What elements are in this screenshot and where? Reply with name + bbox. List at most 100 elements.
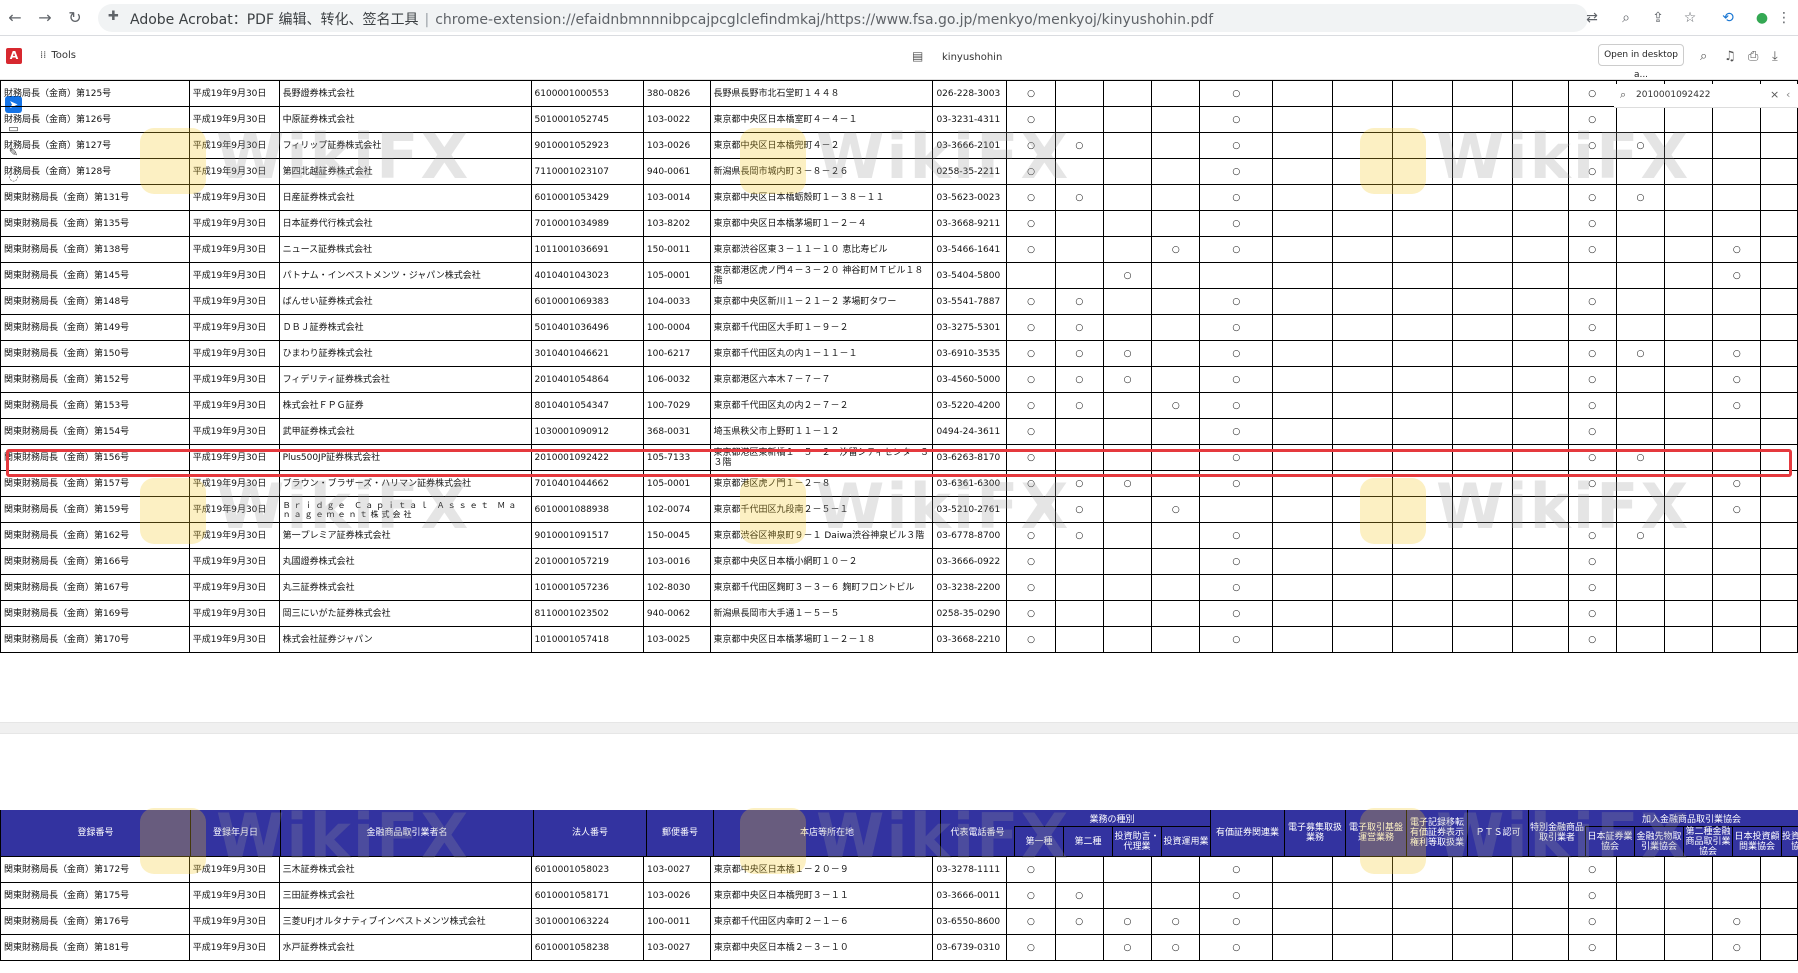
download-icon[interactable]: ⤓ <box>1772 49 1778 64</box>
tools-button[interactable]: ⁞⁞ Tools <box>40 50 76 61</box>
listen-icon[interactable]: ♫ <box>1724 49 1736 64</box>
cell-mark-1: ○ <box>1006 340 1056 367</box>
cell-addr: 東京都中央区日本橋２－３－１０ <box>709 934 934 961</box>
cell-mark-12: ○ <box>1615 184 1666 211</box>
cell-reg: 財務局長（金商）第127号 <box>0 132 190 159</box>
cell-mark-5: ○ <box>1199 236 1274 263</box>
cell-mark-9 <box>1451 626 1513 653</box>
chevron-left-icon[interactable]: ‹ <box>1786 88 1790 101</box>
cell-corp: 6010001053429 <box>530 184 644 211</box>
cell-date: 平成19年9月30日 <box>188 600 280 627</box>
cell-mark-10 <box>1511 600 1569 627</box>
cell-mark-5: ○ <box>1199 444 1274 471</box>
cell-mark-6 <box>1272 314 1334 341</box>
document-panel-icon[interactable]: ▤ <box>912 49 923 63</box>
cell-mark-4: ○ <box>1151 236 1201 263</box>
cell-mark-6 <box>1272 210 1334 237</box>
cell-addr: 長野県長野市北石堂町１４４８ <box>709 80 934 107</box>
cell-mark-14 <box>1712 856 1762 883</box>
cell-corp: 6010001058171 <box>530 882 645 909</box>
header-col-1: 第一種 <box>1014 826 1063 856</box>
cell-mark-9 <box>1451 210 1513 237</box>
cell-mark-2 <box>1054 262 1104 289</box>
cell-mark-8 <box>1391 626 1453 653</box>
bookmark-star-icon[interactable]: ☆ <box>1680 8 1700 28</box>
cell-mark-9 <box>1451 444 1513 471</box>
address-bar[interactable]: ✚ Adobe Acrobat：PDF 编辑、转化、签名工具 | chrome-ex… <box>98 4 1588 32</box>
cell-tel: 03-5466-1641 <box>932 236 1008 263</box>
cell-mark-3 <box>1102 80 1153 107</box>
cell-corp: 1030001090912 <box>530 418 644 445</box>
registry-table-page-2: 関東財務局長（金商）第172号 平成19年9月30日 三木証券株式会社 6010001… <box>0 856 1798 961</box>
cell-corp: 6010001058023 <box>530 856 645 883</box>
header-corp: 法人番号 <box>533 810 646 856</box>
cell-mark-3: ○ <box>1102 470 1153 497</box>
cell-mark-3: ○ <box>1102 908 1153 935</box>
translate-icon[interactable]: ⇄ <box>1582 8 1602 28</box>
cell-mark-5: ○ <box>1199 934 1274 961</box>
cell-mark-7 <box>1332 288 1393 315</box>
cell-zip: 105-7133 <box>642 444 711 471</box>
cell-mark-7 <box>1332 158 1393 185</box>
profile-avatar[interactable]: ● <box>1752 8 1772 28</box>
cell-corp: 5010001052745 <box>530 106 644 133</box>
cell-mark-14 <box>1712 444 1762 471</box>
cell-mark-12 <box>1615 106 1666 133</box>
share-icon[interactable]: ⇪ <box>1648 8 1668 28</box>
cell-corp: 6010001069383 <box>530 288 644 315</box>
cell-zip: 103-0016 <box>642 548 711 575</box>
cell-tel: 03-3666-2101 <box>932 132 1008 159</box>
forward-arrow-icon[interactable]: → <box>34 7 56 29</box>
cell-corp: 9010001052923 <box>530 132 644 159</box>
cell-name: Ｂｒｉｄｇｅ Ｃａｐｉｔａｌ Ａｓｓｅｔ Ｍａｎａｇｅｍｅｎｔ株式会社 <box>278 496 532 523</box>
cell-mark-1: ○ <box>1006 882 1056 909</box>
header-col-14: 日本投資顧問業協会 <box>1732 826 1781 856</box>
zoom-icon[interactable]: ⌕ <box>1616 8 1636 28</box>
cell-mark-10 <box>1511 340 1569 367</box>
search-icon[interactable]: ⌕ <box>1700 49 1707 64</box>
cell-mark-12 <box>1615 908 1666 935</box>
open-in-desktop-button[interactable]: Open in desktop a... <box>1598 44 1684 80</box>
cell-mark-7 <box>1332 470 1393 497</box>
cell-date: 平成19年9月30日 <box>188 496 280 523</box>
cell-mark-5: ○ <box>1199 392 1274 419</box>
cell-mark-3 <box>1102 106 1153 133</box>
cell-mark-2 <box>1054 548 1104 575</box>
cell-mark-10 <box>1511 288 1569 315</box>
cell-reg: 関東財務局長（金商）第181号 <box>0 934 190 961</box>
cell-addr: 東京都港区六本木７－７－７ <box>709 366 934 393</box>
cell-corp: 3010401046621 <box>530 340 644 367</box>
cell-zip: 106-0032 <box>642 366 711 393</box>
cell-mark-11: ○ <box>1567 184 1617 211</box>
cell-mark-7 <box>1332 548 1393 575</box>
cell-name: 三菱UFJオルタナティブインベストメンツ株式会社 <box>278 908 532 935</box>
cell-name: ひまわり証券株式会社 <box>278 340 532 367</box>
cell-reg: 関東財務局長（金商）第175号 <box>0 882 190 909</box>
cell-mark-11: ○ <box>1567 158 1617 185</box>
close-icon[interactable]: × <box>1770 88 1779 101</box>
print-icon[interactable]: ⎙ <box>1748 49 1758 64</box>
cell-mark-12 <box>1615 882 1666 909</box>
cell-mark-1: ○ <box>1006 366 1056 393</box>
search-input[interactable]: 2010001092422 <box>1636 90 1710 100</box>
cell-mark-1: ○ <box>1006 106 1056 133</box>
cell-tel: 03-3278-1111 <box>932 856 1008 883</box>
cell-mark-4 <box>1151 262 1201 289</box>
cell-mark-8 <box>1391 392 1453 419</box>
cell-mark-6 <box>1272 908 1334 935</box>
cell-mark-14 <box>1712 418 1762 445</box>
cell-zip: 103-0014 <box>642 184 711 211</box>
back-arrow-icon[interactable]: ← <box>4 7 26 29</box>
cell-mark-15 <box>1760 132 1798 159</box>
cell-mark-7 <box>1332 600 1393 627</box>
find-in-document[interactable]: ⌕ 2010001092422 × ‹ <box>1614 84 1798 108</box>
reload-icon[interactable]: ↻ <box>64 7 86 29</box>
cell-mark-12 <box>1615 548 1666 575</box>
cell-mark-2 <box>1054 574 1104 601</box>
cell-mark-10 <box>1511 132 1569 159</box>
cell-mark-7 <box>1332 444 1393 471</box>
menu-icon[interactable]: ⋮ <box>1774 8 1794 28</box>
cell-mark-11: ○ <box>1567 314 1617 341</box>
sync-icon[interactable]: ⟲ <box>1718 8 1738 28</box>
cell-mark-3 <box>1102 882 1153 909</box>
